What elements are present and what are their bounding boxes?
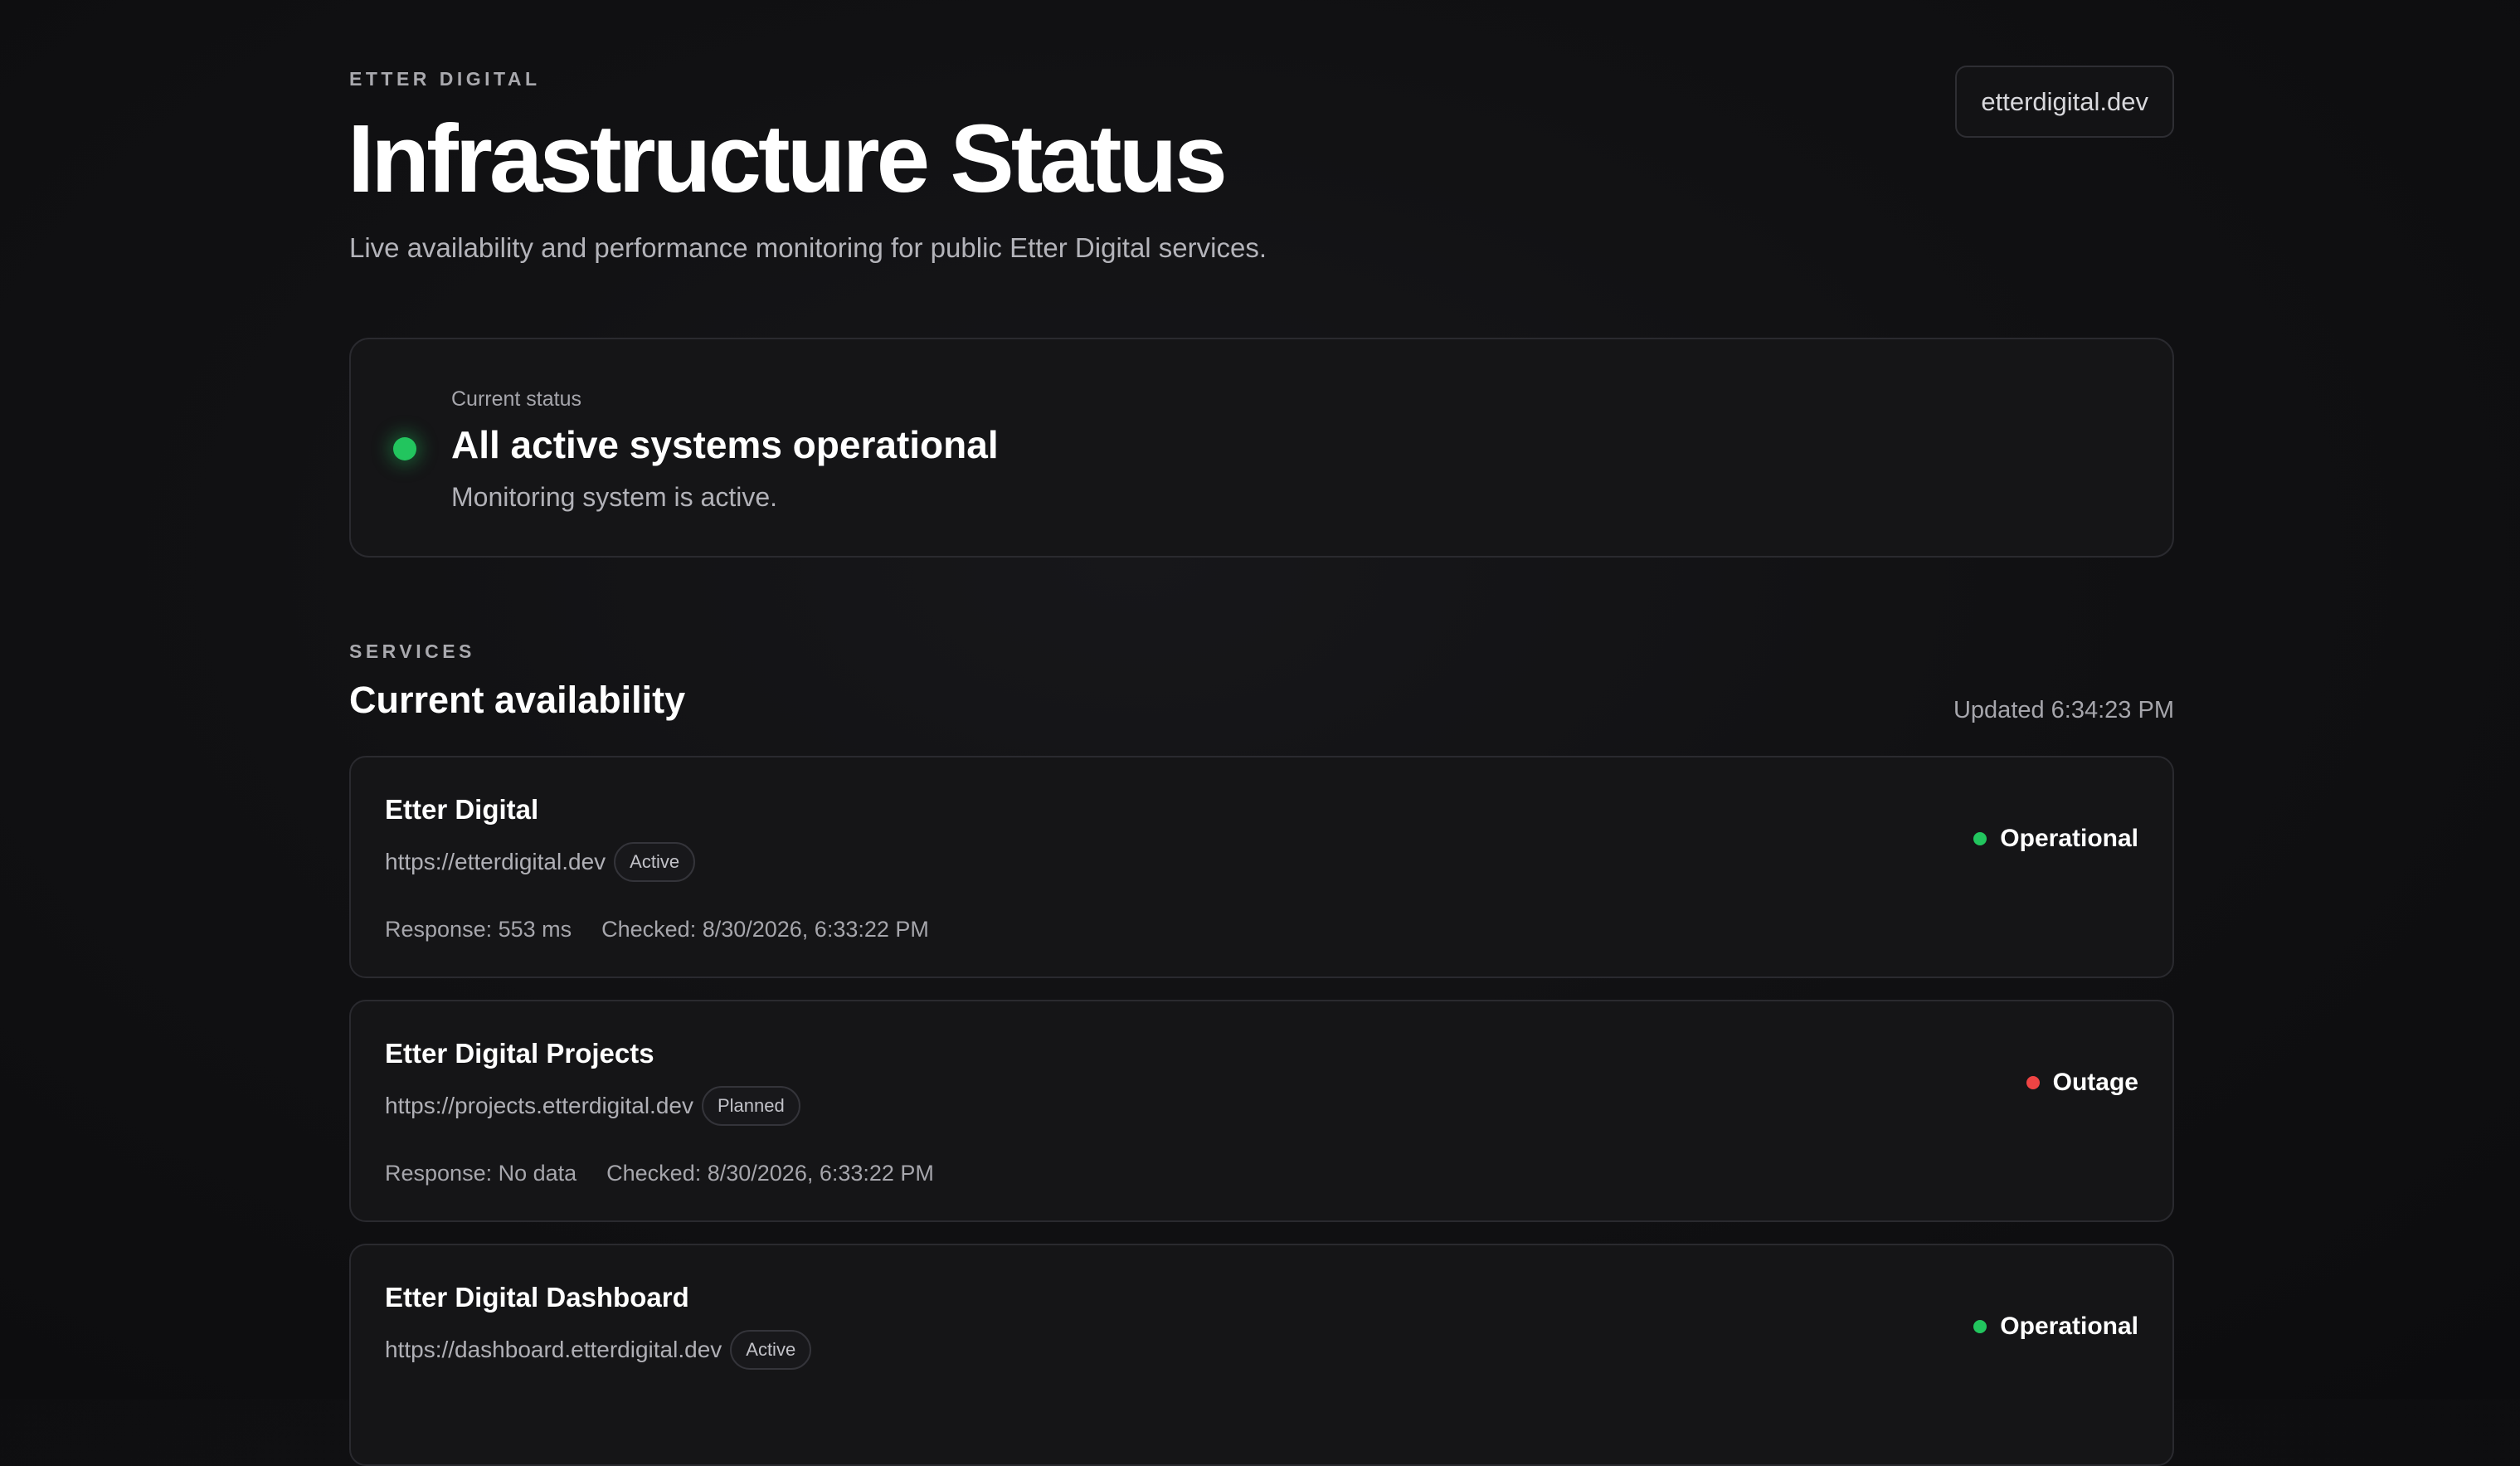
brand-eyebrow: ETTER DIGITAL — [349, 68, 541, 90]
service-url-row: https://etterdigital.dev Active — [385, 842, 696, 882]
service-checked: Checked: 8/30/2026, 6:33:22 PM — [601, 917, 929, 942]
status-dot-icon — [1973, 1320, 1987, 1333]
services-eyebrow: SERVICES — [349, 640, 475, 662]
service-checked: Checked: 8/30/2026, 6:33:22 PM — [606, 1161, 934, 1186]
current-status-card: Current status All active systems operat… — [349, 338, 2174, 558]
service-url-row: https://dashboard.etterdigital.dev Activ… — [385, 1330, 812, 1370]
service-card: Etter Digital Dashboard https://dashboar… — [349, 1244, 2174, 1466]
service-status: Operational — [1973, 1313, 2138, 1341]
service-status: Outage — [2026, 1069, 2138, 1097]
current-status-headline: All active systems operational — [451, 423, 999, 466]
service-name: Etter Digital — [385, 794, 539, 825]
current-status-note: Monitoring system is active. — [451, 482, 778, 512]
updated-timestamp: Updated 6:34:23 PM — [1953, 697, 2174, 723]
site-link-button[interactable]: etterdigital.dev — [1955, 66, 2174, 138]
service-status-label: Outage — [2052, 1069, 2138, 1096]
service-name: Etter Digital Dashboard — [385, 1282, 689, 1313]
status-dot-icon — [393, 437, 416, 460]
service-url-row: https://projects.etterdigital.dev Planne… — [385, 1086, 800, 1126]
service-card: Etter Digital Projects https://projects.… — [349, 1000, 2174, 1222]
service-response: Response: No data — [385, 1161, 577, 1186]
page-subtitle: Live availability and performance monito… — [349, 232, 1267, 263]
service-meta: Response: No data Checked: 8/30/2026, 6:… — [385, 1161, 934, 1186]
service-tag-badge: Active — [614, 842, 696, 882]
service-meta: Response: 553 ms Checked: 8/30/2026, 6:3… — [385, 917, 929, 942]
service-status-label: Operational — [2000, 825, 2138, 852]
service-status: Operational — [1973, 825, 2138, 853]
status-dot-icon — [1973, 832, 1987, 845]
service-tag-badge: Planned — [701, 1086, 800, 1126]
service-url-link[interactable]: https://dashboard.etterdigital.dev — [385, 1337, 722, 1363]
status-dot-icon — [2026, 1076, 2040, 1089]
service-tag-badge: Active — [730, 1330, 812, 1370]
service-url-link[interactable]: https://projects.etterdigital.dev — [385, 1093, 693, 1119]
page-title: Infrastructure Status — [348, 105, 1228, 212]
service-url-link[interactable]: https://etterdigital.dev — [385, 849, 606, 875]
service-card: Etter Digital https://etterdigital.dev A… — [349, 756, 2174, 978]
service-status-label: Operational — [2000, 1313, 2138, 1340]
services-title: Current availability — [349, 679, 686, 721]
service-name: Etter Digital Projects — [385, 1038, 654, 1069]
service-response: Response: 553 ms — [385, 917, 572, 942]
current-status-label: Current status — [451, 387, 582, 411]
